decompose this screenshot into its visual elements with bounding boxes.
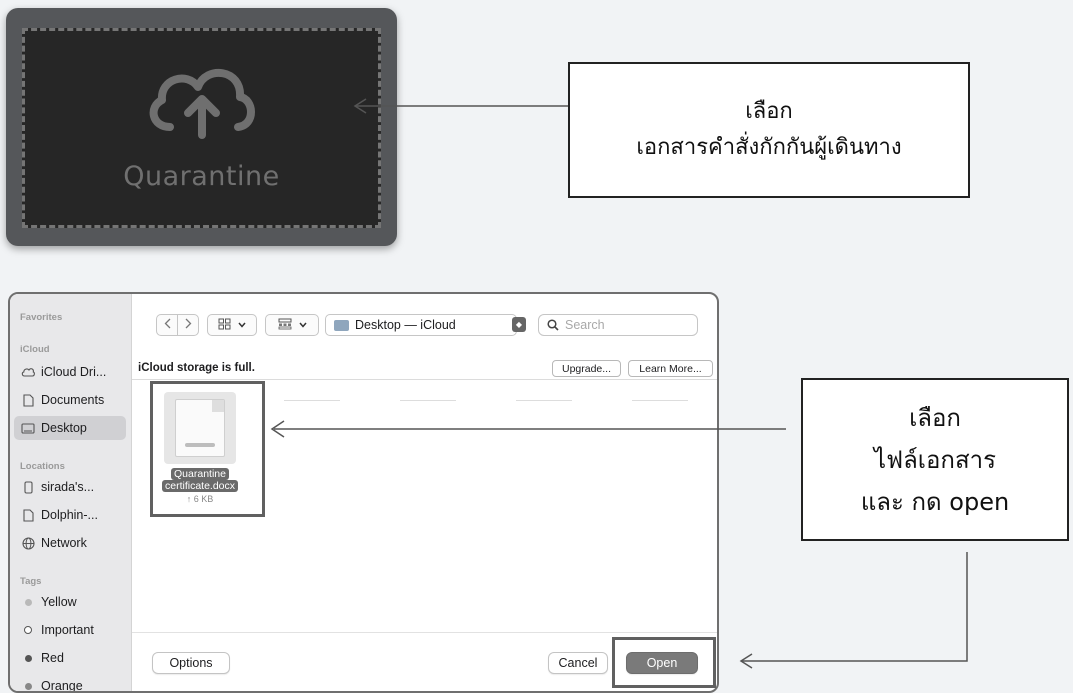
sidebar-item-desktop[interactable]: Desktop xyxy=(14,416,126,440)
chevron-down-icon xyxy=(298,319,307,331)
instruction-callout-select-document: เลือก เอกสารคำสั่งกักกันผู้เดินทาง xyxy=(568,62,970,198)
sidebar-item-label: Important xyxy=(41,623,94,637)
sidebar-item-icloud-drive[interactable]: iCloud Dri... xyxy=(14,360,126,384)
dialog-toolbar: Desktop — iCloud ◆ Search xyxy=(132,314,717,340)
group-by-button[interactable] xyxy=(265,314,319,336)
tag-dot-icon xyxy=(24,598,32,606)
arrow-to-open-button xyxy=(739,552,968,669)
callout-line: เลือก xyxy=(909,403,961,432)
phone-icon xyxy=(20,480,36,494)
upgrade-button[interactable]: Upgrade... xyxy=(552,360,621,377)
callout-line: เลือก xyxy=(745,99,793,124)
grid-icon xyxy=(218,318,231,333)
back-button[interactable] xyxy=(156,314,178,336)
location-stepper-icon[interactable]: ◆ xyxy=(512,317,526,332)
dialog-sidebar: Favorites iCloud iCloud Dri... Documents… xyxy=(10,294,132,691)
quarantine-upload-dropzone[interactable]: Quarantine xyxy=(22,28,381,228)
options-button[interactable]: Options xyxy=(152,652,230,674)
forward-button[interactable] xyxy=(177,314,199,336)
view-mode-button[interactable] xyxy=(207,314,257,336)
desktop-icon xyxy=(20,422,36,434)
banner-text: iCloud storage is full. xyxy=(138,362,255,374)
sidebar-item-label: Red xyxy=(41,651,64,665)
sidebar-tag-orange[interactable]: Orange xyxy=(14,674,126,693)
learn-more-button[interactable]: Learn More... xyxy=(628,360,713,377)
sidebar-header-icloud: iCloud xyxy=(20,344,50,355)
sidebar-item-label: Desktop xyxy=(41,421,87,435)
document-icon xyxy=(20,393,36,407)
sidebar-item-device[interactable]: sirada's... xyxy=(14,475,126,499)
sidebar-tag-red[interactable]: Red xyxy=(14,646,126,670)
location-label: Desktop — iCloud xyxy=(355,318,456,332)
sidebar-item-label: Documents xyxy=(41,393,105,407)
tag-dot-icon xyxy=(24,626,32,634)
file-highlight-box xyxy=(150,381,265,517)
open-button-highlight-box xyxy=(612,637,716,688)
divider xyxy=(632,400,688,401)
cloud-upload-icon xyxy=(149,68,255,139)
tag-dot-icon xyxy=(24,654,32,662)
divider xyxy=(400,400,456,401)
search-placeholder: Search xyxy=(565,318,605,332)
sidebar-item-network[interactable]: Network xyxy=(14,531,126,555)
sidebar-item-label: Network xyxy=(41,536,87,550)
callout-line: ไฟล์เอกสาร xyxy=(874,445,996,474)
sidebar-item-label: iCloud Dri... xyxy=(41,365,107,379)
upload-label: Quarantine xyxy=(123,160,280,192)
cancel-button[interactable]: Cancel xyxy=(548,652,608,674)
icloud-storage-banner: iCloud storage is full. Upgrade... Learn… xyxy=(132,358,717,380)
sidebar-tag-important[interactable]: Important xyxy=(14,618,126,642)
sidebar-item-label: Yellow xyxy=(41,595,77,609)
sidebar-item-label: Dolphin-... xyxy=(41,508,98,522)
callout-line: และ กด open xyxy=(860,487,1010,516)
sidebar-header-locations: Locations xyxy=(20,461,65,472)
sidebar-item-label: Orange xyxy=(41,679,83,693)
file-open-dialog: Favorites iCloud iCloud Dri... Documents… xyxy=(8,292,719,693)
callout-line: เอกสารคำสั่งกักกันผู้เดินทาง xyxy=(636,135,902,160)
divider xyxy=(516,400,572,401)
tag-dot-icon xyxy=(24,682,32,690)
document-icon xyxy=(20,508,36,522)
footer-divider xyxy=(132,632,717,633)
sidebar-header-favorites: Favorites xyxy=(20,312,63,323)
sidebar-item-dolphin[interactable]: Dolphin-... xyxy=(14,503,126,527)
cloud-icon xyxy=(20,367,36,377)
location-popup[interactable]: Desktop — iCloud xyxy=(325,314,517,336)
folder-icon xyxy=(334,319,349,331)
search-icon xyxy=(547,319,559,331)
sidebar-item-label: sirada's... xyxy=(41,480,95,494)
divider xyxy=(284,400,340,401)
search-field[interactable]: Search xyxy=(538,314,698,336)
instruction-callout-select-file: เลือก ไฟล์เอกสาร และ กด open xyxy=(801,378,1069,541)
group-icon xyxy=(278,318,292,333)
chevron-right-icon xyxy=(185,318,192,332)
globe-icon xyxy=(20,536,36,550)
sidebar-tag-yellow[interactable]: Yellow xyxy=(14,590,126,614)
chevron-left-icon xyxy=(164,318,171,332)
sidebar-header-tags: Tags xyxy=(20,576,42,587)
upload-card: Quarantine xyxy=(6,8,397,246)
chevron-down-icon xyxy=(238,319,246,331)
sidebar-item-documents[interactable]: Documents xyxy=(14,388,126,412)
